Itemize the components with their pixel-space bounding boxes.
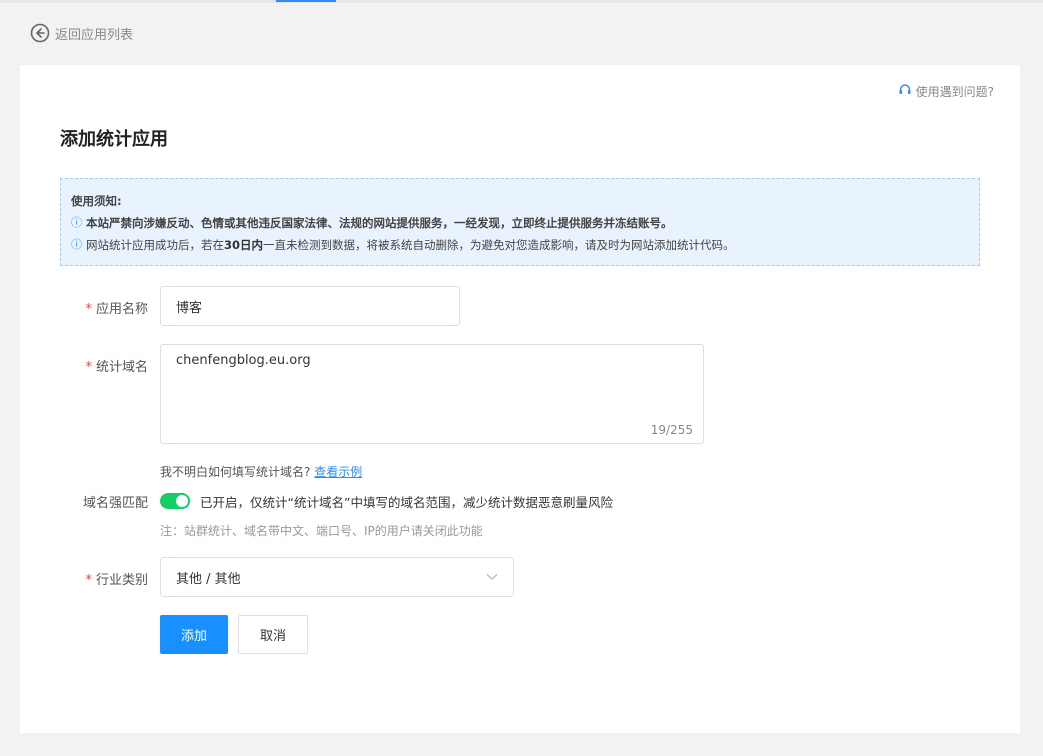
active-tab-indicator: [276, 0, 336, 2]
industry-label: * 行业类别: [20, 569, 148, 588]
help-link[interactable]: 使用遇到问题?: [898, 83, 994, 100]
help-link-label: 使用遇到问题?: [915, 85, 994, 99]
notice-line-2: ⓘ 网站统计应用成功后，若在 30日内 一直未检测到数据，将被系统自动删除，为避…: [71, 234, 969, 256]
strict-match-description: 已开启，仅统计“统计域名”中填写的域名范围，减少统计数据恶意刷量风险: [200, 495, 613, 510]
headset-icon: [898, 83, 912, 100]
notice-line-2-bold: 30日内: [224, 238, 264, 252]
domain-label: * 统计域名: [20, 356, 148, 375]
required-mark: *: [85, 360, 92, 375]
add-button[interactable]: 添加: [160, 615, 228, 654]
domain-label-text: 统计域名: [95, 360, 148, 375]
app-name-label-text: 应用名称: [95, 302, 148, 317]
notice-line-1-text: 本站严禁向涉嫌反动、色情或其他违反国家法律、法规的网站提供服务，一经发现，立即终…: [86, 216, 673, 230]
info-icon: ⓘ: [71, 238, 82, 251]
strict-match-label: 域名强匹配: [82, 496, 148, 511]
industry-label-text: 行业类别: [95, 573, 148, 588]
notice-line-2-post: 一直未检测到数据，将被系统自动删除，为避免对您造成影响，请及时为网站添加统计代码…: [263, 238, 735, 252]
strict-match-note: 注：站群统计、域名带中文、端口号、IP的用户请关闭此功能: [160, 524, 483, 538]
domain-help-text: 我不明白如何填写统计域名?: [160, 465, 311, 479]
arrow-left-circle-icon: [30, 23, 50, 43]
app-name-input[interactable]: 博客: [160, 286, 460, 326]
domain-help: 我不明白如何填写统计域名? 查看示例: [160, 463, 362, 480]
notice-line-1: ⓘ 本站严禁向涉嫌反动、色情或其他违反国家法律、法规的网站提供服务，一经发现，立…: [71, 212, 969, 234]
industry-select[interactable]: 其他 / 其他: [160, 557, 514, 597]
top-strip: [0, 0, 1043, 3]
char-counter: 19/255: [650, 423, 693, 437]
app-name-label: * 应用名称: [20, 298, 148, 317]
strict-match-toggle[interactable]: [160, 493, 190, 509]
back-link-label: 返回应用列表: [55, 27, 134, 43]
page-title: 添加统计应用: [60, 129, 168, 150]
info-icon: ⓘ: [71, 216, 82, 229]
usage-notice: 使用须知: ⓘ 本站严禁向涉嫌反动、色情或其他违反国家法律、法规的网站提供服务，…: [60, 178, 980, 266]
notice-line-2-pre: 网站统计应用成功后，若在: [86, 238, 224, 252]
form-card: 使用遇到问题? 添加统计应用 使用须知: ⓘ 本站严禁向涉嫌反动、色情或其他违反…: [20, 65, 1020, 733]
chevron-down-icon: [486, 570, 498, 585]
toggle-knob: [176, 495, 188, 507]
view-example-link[interactable]: 查看示例: [314, 465, 362, 479]
cancel-button[interactable]: 取消: [238, 615, 308, 654]
app-name-value: 博客: [176, 300, 203, 316]
back-to-app-list-link[interactable]: 返回应用列表: [30, 22, 133, 44]
required-mark: *: [85, 573, 92, 588]
notice-title: 使用须知:: [71, 194, 122, 208]
domain-value: chenfengblog.eu.org: [176, 353, 311, 368]
domain-textarea[interactable]: chenfengblog.eu.org 19/255: [160, 344, 704, 444]
required-mark: *: [85, 302, 92, 317]
industry-value: 其他 / 其他: [176, 571, 241, 587]
